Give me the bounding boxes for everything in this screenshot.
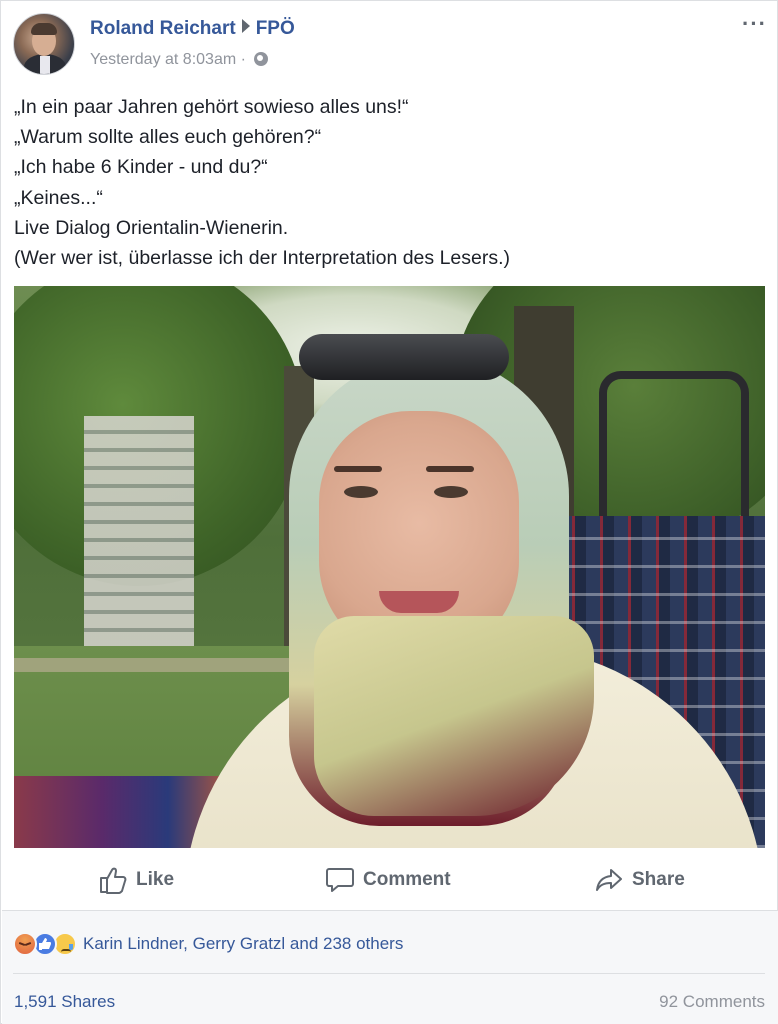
photo-eyebrow (426, 466, 474, 472)
angry-reaction-icon (13, 932, 37, 956)
share-label: Share (632, 869, 685, 890)
globe-icon[interactable] (254, 52, 269, 66)
post-photo[interactable] (14, 286, 765, 848)
post-text: „In ein paar Jahren gehört sowieso alles… (14, 92, 764, 273)
meta-separator: · (240, 51, 246, 68)
speech-bubble-icon (326, 868, 354, 892)
author-avatar[interactable] (13, 13, 75, 75)
photo-mouth (379, 591, 459, 613)
post-text-line: „Keines...“ (14, 186, 103, 209)
photo-trolley-handle (599, 371, 749, 531)
comment-label: Comment (363, 869, 451, 890)
photo-building (84, 416, 194, 646)
share-arrow-icon (596, 869, 622, 891)
photo-sunglasses (299, 334, 509, 380)
like-button[interactable]: Like (98, 865, 174, 895)
action-bar: Like Comment Share (1, 853, 777, 909)
photo-eye (344, 486, 378, 498)
post-timestamp[interactable]: Yesterday at 8:03am (90, 51, 236, 68)
post-header: Roland Reichart FPÖ Yesterday at 8:03am ·… (13, 13, 767, 77)
post-text-line: (Wer wer ist, überlasse ich der Interpre… (14, 247, 511, 270)
photo-scarf-drape (314, 616, 594, 816)
thumbs-up-icon (100, 867, 127, 894)
comment-button[interactable]: Comment (325, 865, 451, 895)
post-text-line: „In ein paar Jahren gehört sowieso alles… (14, 96, 409, 118)
author-line: Roland Reichart FPÖ (90, 18, 295, 40)
post-meta: Yesterday at 8:03am · (90, 51, 269, 69)
reaction-summary[interactable]: Karin Lindner, Gerry Gratzl and 238 othe… (13, 931, 403, 957)
avatar-hair (31, 23, 57, 35)
post-text-line: „Ich habe 6 Kinder - und du?“ (14, 156, 268, 179)
ellipsis-icon: ··· (742, 11, 767, 36)
footer-divider (13, 973, 765, 974)
post-text-line: Live Dialog Orientalin-Wienerin. (14, 216, 289, 239)
more-options-button[interactable]: ··· (742, 13, 767, 35)
author-name[interactable]: Roland Reichart (90, 18, 236, 39)
thumbs-up-icon (39, 938, 51, 950)
like-label: Like (136, 869, 175, 890)
reaction-names-link[interactable]: Karin Lindner, Gerry Gratzl and 238 othe… (83, 934, 403, 954)
shares-count-link[interactable]: 1,591 Shares (14, 992, 115, 1012)
share-button[interactable]: Share (594, 865, 685, 895)
post-footer: Karin Lindner, Gerry Gratzl and 238 othe… (2, 910, 778, 1024)
post-card: Roland Reichart FPÖ Yesterday at 8:03am ·… (0, 0, 778, 1024)
target-page-name[interactable]: FPÖ (256, 18, 295, 39)
comments-count-link[interactable]: 92 Comments (659, 992, 765, 1012)
photo-eyebrow (334, 466, 382, 472)
avatar-collar (40, 56, 50, 74)
photo-eye (434, 486, 468, 498)
triangle-right-icon (241, 19, 250, 33)
post-text-line: „Warum sollte alles euch gehören?“ (14, 126, 322, 149)
